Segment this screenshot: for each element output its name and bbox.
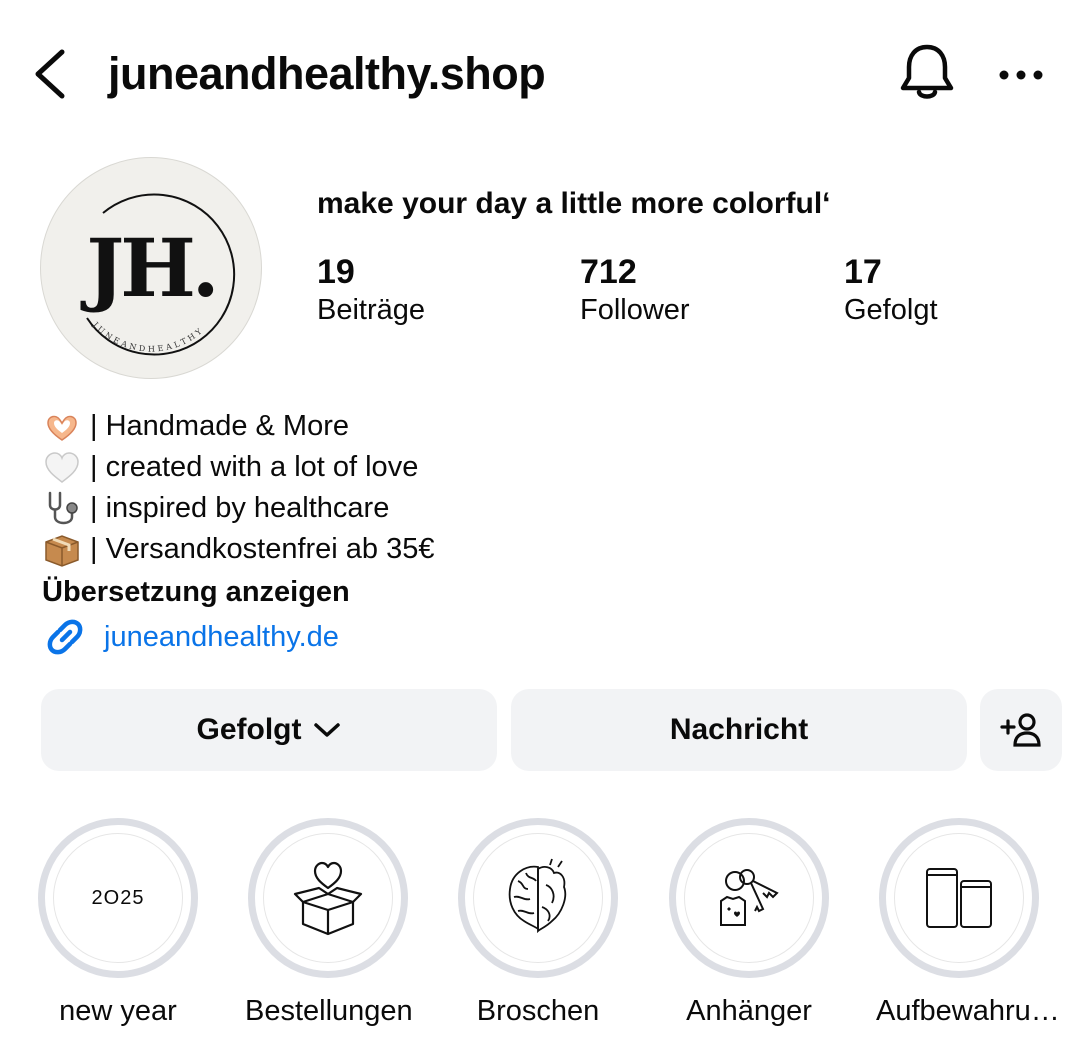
stat-posts-label: Beiträge	[317, 294, 426, 326]
bio-line-love: | created with a lot of love	[42, 447, 418, 488]
profile-username: juneandhealthy.shop	[108, 48, 546, 99]
stat-posts[interactable]: 19 Beiträge	[317, 252, 425, 328]
more-options-button[interactable]	[996, 58, 1046, 92]
highlight-label: Bestellungen	[245, 995, 413, 1027]
stat-following-count: 17	[844, 253, 882, 291]
add-person-icon	[1000, 713, 1041, 747]
highlight-cover	[248, 818, 408, 978]
stat-followers-label: Follower	[580, 294, 690, 326]
highlight-label: Aufbewahru…	[876, 995, 1060, 1027]
stethoscope-icon	[48, 491, 78, 524]
website-link[interactable]: juneandhealthy.de	[42, 614, 339, 660]
package-icon	[45, 534, 79, 567]
highlight-cover	[458, 818, 618, 978]
stat-followers-count: 712	[580, 253, 637, 291]
highlight-aufbewahrung[interactable]: Aufbewahru…	[876, 818, 1060, 1028]
highlight-label: new year	[59, 995, 177, 1027]
bio-text: | Versandkostenfrei ab 35€	[90, 533, 435, 565]
more-dots-icon	[999, 70, 1043, 80]
following-button-label: Gefolgt	[196, 713, 302, 746]
highlight-label: Broschen	[476, 995, 600, 1027]
stat-following-label: Gefolgt	[844, 294, 938, 326]
stat-posts-count: 19	[317, 253, 355, 291]
profile-display-name: make your day a little more colorful‘	[317, 187, 831, 220]
heart-hands-icon	[47, 415, 77, 441]
white-heart-icon	[45, 451, 79, 483]
stat-following[interactable]: 17 Gefolgt	[844, 252, 938, 328]
bio-line-healthcare: | inspired by healthcare	[42, 488, 389, 529]
link-icon	[47, 619, 83, 655]
chevron-left-icon	[35, 49, 65, 99]
svg-text:JUNEANDHEALTHY: JUNEANDHEALTHY	[90, 320, 205, 354]
highlight-bestellungen[interactable]: Bestellungen	[245, 818, 413, 1028]
bio-text: | Handmade & More	[90, 410, 349, 442]
svg-text:JH.: JH.	[80, 221, 215, 315]
brand-logo: JH. JUNEANDHEALTHY	[80, 193, 236, 356]
suggest-people-button[interactable]	[980, 689, 1062, 771]
highlight-cover-text: 2O25	[91, 886, 145, 909]
chevron-down-icon	[313, 723, 340, 737]
highlight-new-year[interactable]: 2O25 new year	[35, 818, 201, 1028]
profile-avatar[interactable]: JH. JUNEANDHEALTHY	[40, 157, 262, 379]
highlight-cover	[879, 818, 1039, 978]
bio-line-handmade: | Handmade & More	[42, 406, 349, 447]
translate-link[interactable]: Übersetzung anzeigen	[42, 572, 350, 612]
bio-text: | created with a lot of love	[90, 451, 419, 483]
back-button[interactable]	[30, 48, 70, 100]
brain-heart-icon	[508, 858, 567, 934]
following-button[interactable]: Gefolgt	[41, 689, 497, 771]
stat-followers[interactable]: 712 Follower	[580, 252, 690, 328]
highlight-broschen[interactable]: Broschen	[455, 818, 621, 1028]
website-link-text[interactable]: juneandhealthy.de	[104, 617, 339, 657]
message-button-label: Nachricht	[669, 713, 809, 746]
message-button[interactable]: Nachricht	[511, 689, 967, 771]
bio-text: | inspired by healthcare	[90, 492, 390, 524]
bell-icon	[900, 44, 954, 99]
notifications-button[interactable]	[898, 42, 956, 104]
jars-icon	[926, 868, 992, 928]
highlight-cover: 2O25	[38, 818, 198, 978]
keys-icon	[720, 869, 779, 926]
highlight-label: Anhänger	[686, 995, 812, 1027]
highlight-anhaenger[interactable]: Anhänger	[666, 818, 832, 1028]
bio-line-shipping: | Versandkostenfrei ab 35€	[42, 529, 435, 570]
highlight-cover	[669, 818, 829, 978]
heart-box-icon	[293, 861, 363, 936]
